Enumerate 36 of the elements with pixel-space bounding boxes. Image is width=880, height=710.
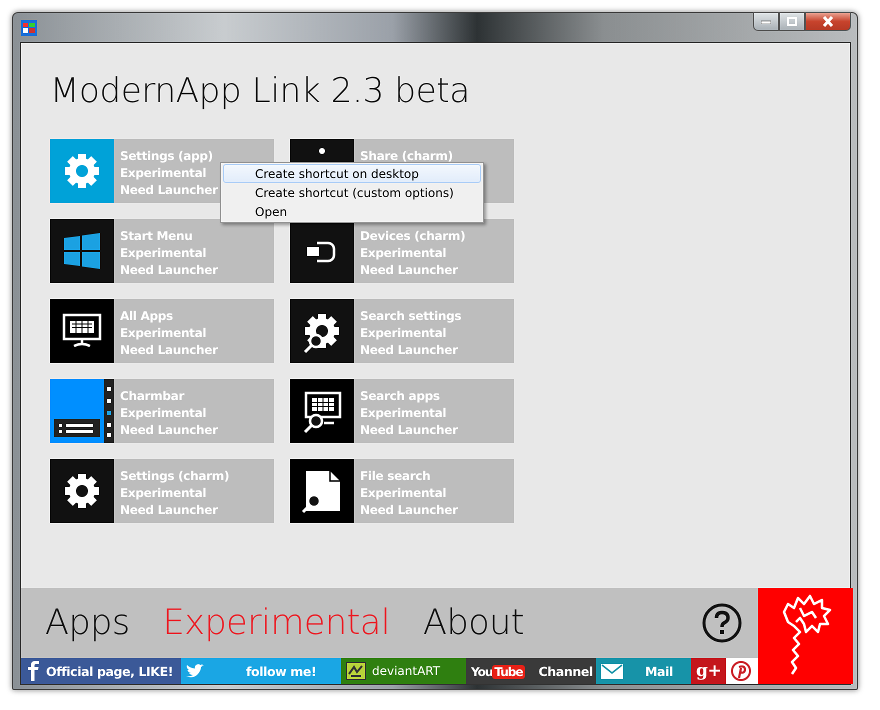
tile-label: Experimental: [120, 405, 208, 421]
tile-title: Search settings: [360, 308, 462, 324]
google-plus-logo: g+: [696, 661, 722, 681]
tile-title: Search apps: [360, 388, 441, 404]
tile-title: Charmbar: [120, 388, 186, 404]
tile-title: Settings (charm): [120, 468, 230, 484]
tile-label: Need Launcher: [360, 502, 458, 518]
tile-label: Need Launcher: [360, 422, 458, 438]
tile-label: Need Launcher: [120, 182, 218, 198]
deviantart-logo: deviantART: [372, 664, 440, 678]
link-label: Mail: [645, 664, 673, 678]
tile-label: Experimental: [360, 245, 448, 261]
tile-label: Experimental: [120, 245, 208, 261]
tile-label: Experimental: [360, 325, 448, 341]
tile-label: Experimental: [120, 485, 208, 501]
link-label: Channel: [538, 664, 593, 678]
tile-title: Share (charm): [360, 148, 453, 164]
link-label: follow me!: [246, 664, 316, 678]
tile-label: Need Launcher: [120, 422, 218, 438]
tile-label: Experimental: [120, 165, 208, 181]
tile-label: Need Launcher: [120, 502, 219, 518]
tile-title: Devices (charm): [360, 228, 466, 244]
tile-label: Need Launcher: [120, 262, 218, 278]
tile-label: Experimental: [360, 485, 448, 501]
tile-title: Start Menu: [120, 228, 194, 244]
tile-label: Need Launcher: [360, 262, 459, 278]
tile-title: All Apps: [120, 308, 174, 324]
tile-label: Need Launcher: [120, 342, 218, 358]
tile-label: Experimental: [360, 405, 448, 421]
tile-label: Experimental: [120, 325, 208, 341]
link-label: Official page, LIKE!: [46, 664, 174, 678]
tile-label: Need Launcher: [360, 342, 459, 358]
tile-title: Settings (app): [120, 148, 214, 164]
tile-title: File search: [360, 468, 432, 484]
youtube-logo: You Tube: [471, 664, 525, 678]
app-title: ModernApp Link 2.3 beta: [50, 71, 471, 111]
